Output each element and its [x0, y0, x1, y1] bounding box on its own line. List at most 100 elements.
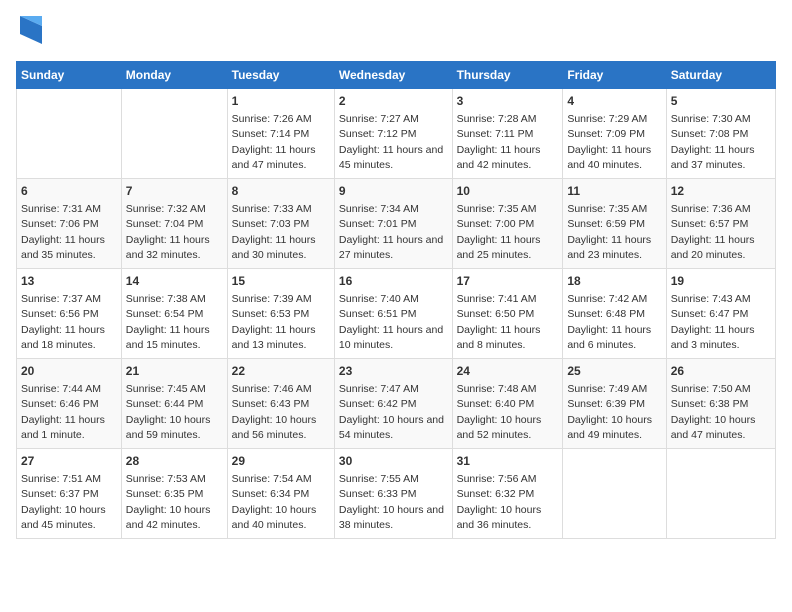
day-cell: 8Sunrise: 7:33 AM Sunset: 7:03 PM Daylig…: [227, 179, 334, 269]
day-cell: [563, 449, 666, 539]
day-info: Sunrise: 7:47 AM Sunset: 6:42 PM Dayligh…: [339, 383, 444, 441]
day-info: Sunrise: 7:42 AM Sunset: 6:48 PM Dayligh…: [567, 293, 651, 351]
day-info: Sunrise: 7:37 AM Sunset: 6:56 PM Dayligh…: [21, 293, 105, 351]
day-cell: 7 Sunrise: 7:32 AM Sunset: 7:04 PM Daylig…: [121, 179, 227, 269]
day-number: 12: [671, 183, 771, 200]
day-cell: 14 Sunrise: 7:38 AM Sunset: 6:54 PM Dayli…: [121, 269, 227, 359]
day-info: Sunrise: 7:28 AM Sunset: 7:11 PM Dayligh…: [457, 113, 541, 171]
day-cell: 5 Sunrise: 7:30 AM Sunset: 7:08 PM Daylig…: [666, 89, 775, 179]
day-number: 22: [232, 363, 330, 380]
day-info: Sunrise: 7:45 AM Sunset: 6:44 PM Dayligh…: [126, 383, 211, 441]
calendar-table: SundayMondayTuesdayWednesdayThursdayFrid…: [16, 61, 776, 539]
day-info: Sunrise: 7:53 AM Sunset: 6:35 PM Dayligh…: [126, 473, 211, 531]
weekday-header-monday: Monday: [121, 62, 227, 89]
weekday-header-friday: Friday: [563, 62, 666, 89]
day-cell: [121, 89, 227, 179]
day-cell: 10 Sunrise: 7:35 AM Sunset: 7:00 PM Dayli…: [452, 179, 563, 269]
week-row-4: 20Sunrise: 7:44 AM Sunset: 6:46 PM Dayli…: [17, 359, 776, 449]
week-row-5: 27 Sunrise: 7:51 AM Sunset: 6:37 PM Dayli…: [17, 449, 776, 539]
weekday-header-saturday: Saturday: [666, 62, 775, 89]
day-number: 29: [232, 453, 330, 470]
day-number: 6: [21, 183, 117, 200]
day-info: Sunrise: 7:48 AM Sunset: 6:40 PM Dayligh…: [457, 383, 542, 441]
day-cell: 9Sunrise: 7:34 AM Sunset: 7:01 PM Daylig…: [334, 179, 452, 269]
weekday-header-row: SundayMondayTuesdayWednesdayThursdayFrid…: [17, 62, 776, 89]
weekday-header-wednesday: Wednesday: [334, 62, 452, 89]
day-number: 28: [126, 453, 223, 470]
week-row-3: 13 Sunrise: 7:37 AM Sunset: 6:56 PM Dayli…: [17, 269, 776, 359]
day-number: 21: [126, 363, 223, 380]
day-cell: 24 Sunrise: 7:48 AM Sunset: 6:40 PM Dayli…: [452, 359, 563, 449]
day-cell: 27 Sunrise: 7:51 AM Sunset: 6:37 PM Dayli…: [17, 449, 122, 539]
day-info: Sunrise: 7:50 AM Sunset: 6:38 PM Dayligh…: [671, 383, 756, 441]
day-cell: [17, 89, 122, 179]
week-row-1: 1Sunrise: 7:26 AM Sunset: 7:14 PM Daylig…: [17, 89, 776, 179]
day-info: Sunrise: 7:51 AM Sunset: 6:37 PM Dayligh…: [21, 473, 106, 531]
day-cell: 28 Sunrise: 7:53 AM Sunset: 6:35 PM Dayli…: [121, 449, 227, 539]
day-number: 27: [21, 453, 117, 470]
day-cell: 3Sunrise: 7:28 AM Sunset: 7:11 PM Daylig…: [452, 89, 563, 179]
logo-icon: [20, 16, 42, 49]
day-cell: 25Sunrise: 7:49 AM Sunset: 6:39 PM Dayli…: [563, 359, 666, 449]
week-row-2: 6 Sunrise: 7:31 AM Sunset: 7:06 PM Daylig…: [17, 179, 776, 269]
day-info: Sunrise: 7:31 AM Sunset: 7:06 PM Dayligh…: [21, 203, 105, 261]
day-info: Sunrise: 7:55 AM Sunset: 6:33 PM Dayligh…: [339, 473, 444, 531]
day-cell: 31 Sunrise: 7:56 AM Sunset: 6:32 PM Dayli…: [452, 449, 563, 539]
logo: [16, 16, 42, 49]
day-info: Sunrise: 7:38 AM Sunset: 6:54 PM Dayligh…: [126, 293, 210, 351]
day-info: Sunrise: 7:54 AM Sunset: 6:34 PM Dayligh…: [232, 473, 317, 531]
day-cell: 15 Sunrise: 7:39 AM Sunset: 6:53 PM Dayli…: [227, 269, 334, 359]
day-number: 24: [457, 363, 559, 380]
day-cell: 16Sunrise: 7:40 AM Sunset: 6:51 PM Dayli…: [334, 269, 452, 359]
day-info: Sunrise: 7:56 AM Sunset: 6:32 PM Dayligh…: [457, 473, 542, 531]
day-number: 14: [126, 273, 223, 290]
day-number: 23: [339, 363, 448, 380]
day-cell: 6 Sunrise: 7:31 AM Sunset: 7:06 PM Daylig…: [17, 179, 122, 269]
day-info: Sunrise: 7:35 AM Sunset: 6:59 PM Dayligh…: [567, 203, 651, 261]
day-info: Sunrise: 7:41 AM Sunset: 6:50 PM Dayligh…: [457, 293, 541, 351]
weekday-header-thursday: Thursday: [452, 62, 563, 89]
day-number: 17: [457, 273, 559, 290]
day-number: 7: [126, 183, 223, 200]
header: [16, 16, 776, 49]
day-cell: 19 Sunrise: 7:43 AM Sunset: 6:47 PM Dayli…: [666, 269, 775, 359]
day-number: 5: [671, 93, 771, 110]
day-cell: 18 Sunrise: 7:42 AM Sunset: 6:48 PM Dayli…: [563, 269, 666, 359]
day-number: 10: [457, 183, 559, 200]
day-info: Sunrise: 7:34 AM Sunset: 7:01 PM Dayligh…: [339, 203, 443, 261]
day-cell: 30 Sunrise: 7:55 AM Sunset: 6:33 PM Dayli…: [334, 449, 452, 539]
day-info: Sunrise: 7:46 AM Sunset: 6:43 PM Dayligh…: [232, 383, 317, 441]
day-cell: 17 Sunrise: 7:41 AM Sunset: 6:50 PM Dayli…: [452, 269, 563, 359]
day-info: Sunrise: 7:32 AM Sunset: 7:04 PM Dayligh…: [126, 203, 210, 261]
day-info: Sunrise: 7:39 AM Sunset: 6:53 PM Dayligh…: [232, 293, 316, 351]
day-number: 18: [567, 273, 661, 290]
day-cell: 12 Sunrise: 7:36 AM Sunset: 6:57 PM Dayli…: [666, 179, 775, 269]
day-number: 15: [232, 273, 330, 290]
day-cell: 22 Sunrise: 7:46 AM Sunset: 6:43 PM Dayli…: [227, 359, 334, 449]
day-number: 31: [457, 453, 559, 470]
day-cell: 1Sunrise: 7:26 AM Sunset: 7:14 PM Daylig…: [227, 89, 334, 179]
day-number: 11: [567, 183, 661, 200]
day-number: 2: [339, 93, 448, 110]
day-number: 19: [671, 273, 771, 290]
weekday-header-tuesday: Tuesday: [227, 62, 334, 89]
day-cell: 2 Sunrise: 7:27 AM Sunset: 7:12 PM Daylig…: [334, 89, 452, 179]
day-number: 25: [567, 363, 661, 380]
day-number: 30: [339, 453, 448, 470]
day-cell: 13 Sunrise: 7:37 AM Sunset: 6:56 PM Dayli…: [17, 269, 122, 359]
day-cell: 26 Sunrise: 7:50 AM Sunset: 6:38 PM Dayli…: [666, 359, 775, 449]
day-number: 16: [339, 273, 448, 290]
day-number: 26: [671, 363, 771, 380]
day-info: Sunrise: 7:27 AM Sunset: 7:12 PM Dayligh…: [339, 113, 443, 171]
day-info: Sunrise: 7:43 AM Sunset: 6:47 PM Dayligh…: [671, 293, 755, 351]
day-number: 4: [567, 93, 661, 110]
weekday-header-sunday: Sunday: [17, 62, 122, 89]
day-number: 13: [21, 273, 117, 290]
day-info: Sunrise: 7:35 AM Sunset: 7:00 PM Dayligh…: [457, 203, 541, 261]
day-info: Sunrise: 7:30 AM Sunset: 7:08 PM Dayligh…: [671, 113, 755, 171]
day-cell: 11 Sunrise: 7:35 AM Sunset: 6:59 PM Dayli…: [563, 179, 666, 269]
day-cell: 29 Sunrise: 7:54 AM Sunset: 6:34 PM Dayli…: [227, 449, 334, 539]
day-cell: 23 Sunrise: 7:47 AM Sunset: 6:42 PM Dayli…: [334, 359, 452, 449]
day-cell: [666, 449, 775, 539]
day-info: Sunrise: 7:36 AM Sunset: 6:57 PM Dayligh…: [671, 203, 755, 261]
